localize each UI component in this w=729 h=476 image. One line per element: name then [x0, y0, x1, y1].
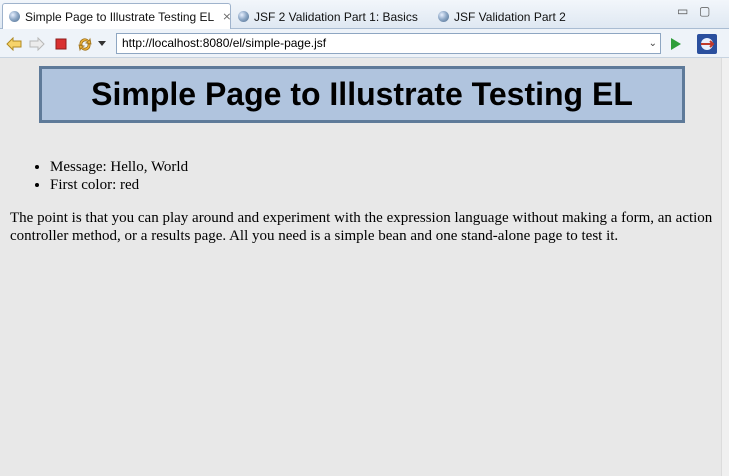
back-arrow-icon[interactable]: [6, 36, 22, 52]
page-title-box: Simple Page to Illustrate Testing EL: [39, 66, 685, 123]
explanation-paragraph: The point is that you can play around an…: [10, 210, 713, 244]
globe-icon: [238, 11, 249, 22]
refresh-icon[interactable]: [77, 36, 93, 52]
tab-bar: Simple Page to Illustrate Testing EL ⨯ J…: [0, 0, 729, 29]
scrollbar[interactable]: [721, 58, 729, 476]
globe-icon: [438, 11, 449, 22]
browser-toolbar: http://localhost:8080/el/simple-page.jsf…: [0, 29, 729, 58]
go-play-icon[interactable]: [668, 36, 684, 52]
list-item: Message: Hello, World: [50, 158, 188, 176]
url-input[interactable]: http://localhost:8080/el/simple-page.jsf…: [116, 33, 661, 54]
tab-label: JSF Validation Part 2: [454, 9, 566, 24]
url-dropdown-icon[interactable]: ⌄: [649, 34, 657, 53]
list-item: First color: red: [50, 176, 188, 194]
tab-label: JSF 2 Validation Part 1: Basics: [254, 9, 418, 24]
globe-icon: [9, 11, 20, 22]
tab-label: Simple Page to Illustrate Testing EL: [25, 9, 215, 24]
forward-arrow-icon[interactable]: [29, 36, 45, 52]
eclipse-icon[interactable]: [697, 34, 717, 54]
stop-icon[interactable]: [53, 36, 69, 52]
tab-jsf2-validation-part1[interactable]: JSF 2 Validation Part 1: Basics: [232, 4, 432, 29]
page-content: Simple Page to Illustrate Testing EL Mes…: [0, 58, 722, 476]
close-tab-icon[interactable]: ⨯: [222, 10, 231, 23]
dropdown-triangle-icon[interactable]: [97, 36, 107, 52]
minimize-icon[interactable]: ▭: [677, 4, 688, 18]
url-text: http://localhost:8080/el/simple-page.jsf: [122, 36, 327, 50]
message-list: Message: Hello, World First color: red: [0, 158, 188, 194]
page-title: Simple Page to Illustrate Testing EL: [91, 76, 633, 112]
maximize-icon[interactable]: ▢: [699, 4, 710, 18]
tab-simple-page[interactable]: Simple Page to Illustrate Testing EL ⨯: [2, 3, 231, 29]
tab-jsf-validation-part2[interactable]: JSF Validation Part 2: [432, 4, 592, 29]
